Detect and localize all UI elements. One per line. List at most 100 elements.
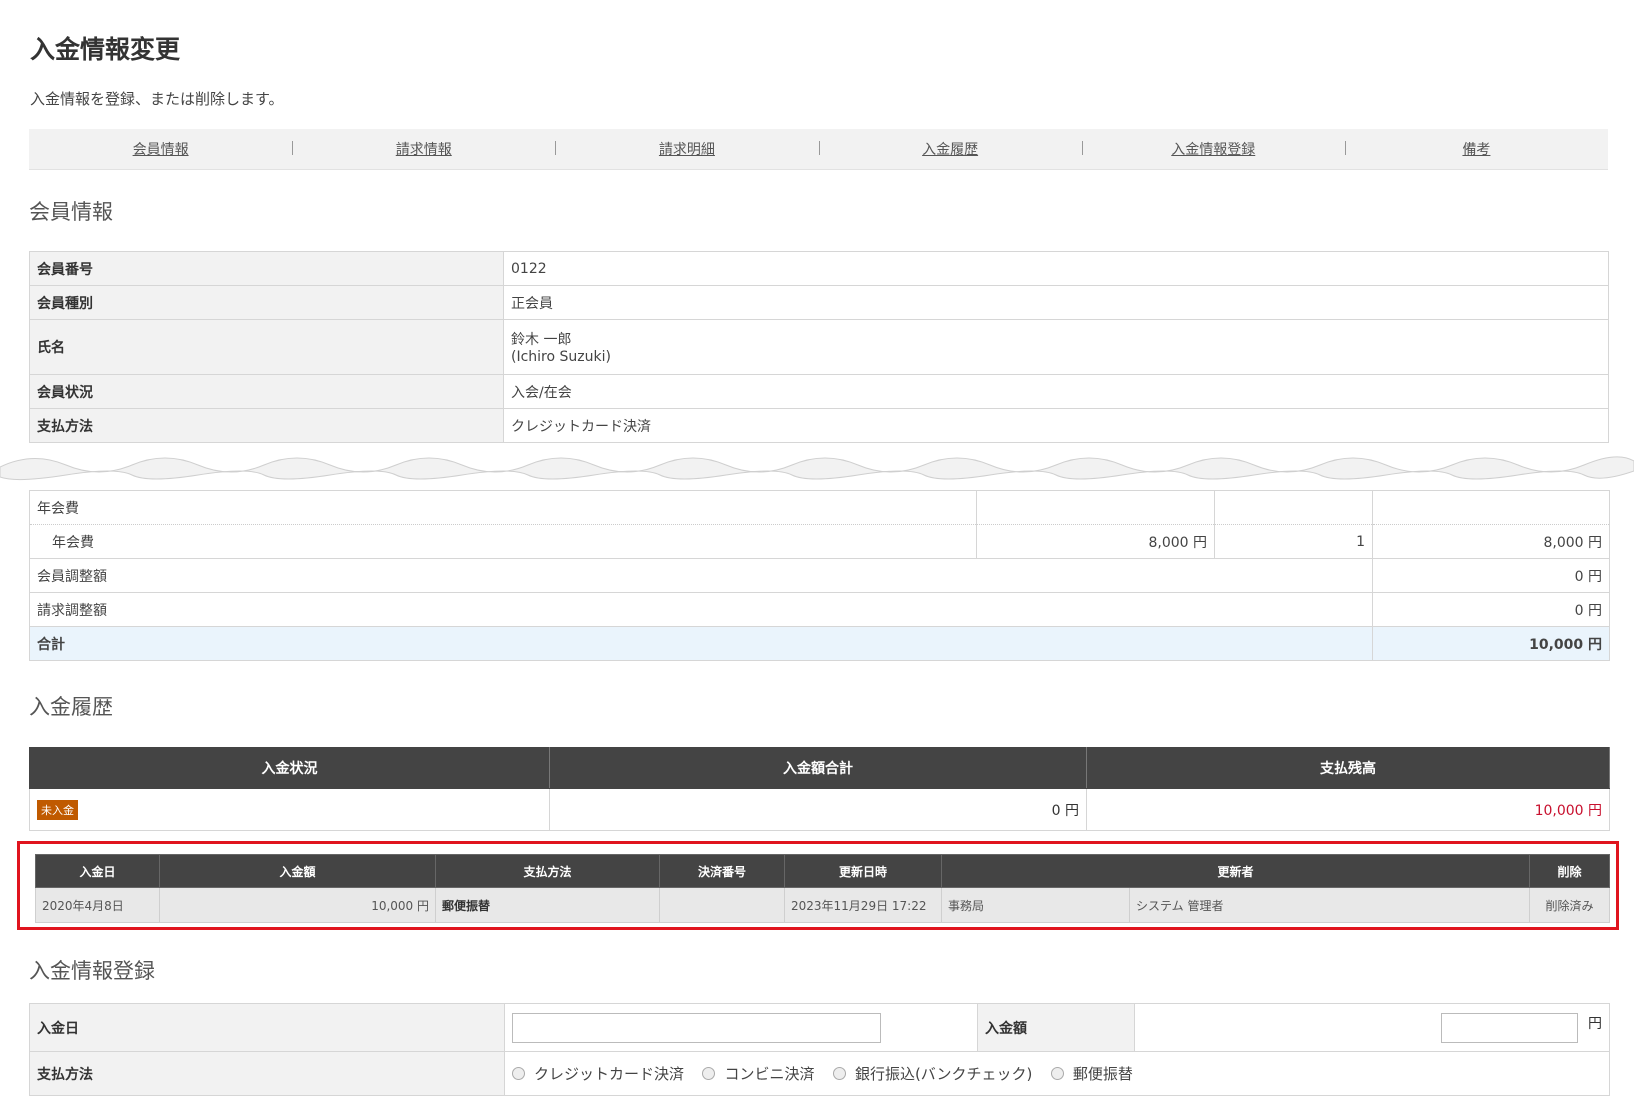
page-break-wave bbox=[0, 456, 1634, 481]
register-row-method: 支払方法 クレジットカード決済 コンビニ決済 銀行振込(バンクチェック) 郵便振… bbox=[29, 1051, 1610, 1096]
payment-status-cell: 未入金 bbox=[29, 788, 550, 831]
billing-adjust-row: 請求調整額 0 円 bbox=[29, 592, 1610, 627]
status-badge: 未入金 bbox=[37, 799, 78, 820]
radio-credit-card-dot[interactable] bbox=[512, 1067, 525, 1080]
section-nav: 会員情報 請求情報 請求明細 入金履歴 入金情報登録 備考 bbox=[29, 129, 1608, 170]
register-section-title: 入金情報登録 bbox=[29, 959, 155, 983]
fee-item-row: 年会費 8,000 円 1 8,000 円 bbox=[29, 524, 1610, 559]
radio-credit-card[interactable]: クレジットカード決済 bbox=[512, 1063, 684, 1084]
total-label: 合計 bbox=[29, 626, 1373, 661]
page-title: 入金情報変更 bbox=[30, 35, 181, 64]
history-updater-name: システム 管理者 bbox=[1128, 887, 1531, 923]
member-adjust-row: 会員調整額 0 円 bbox=[29, 558, 1610, 593]
radio-postal-transfer[interactable]: 郵便振替 bbox=[1050, 1063, 1133, 1084]
payment-summary-table: 入金状況 入金額合計 支払残高 未入金 0 円 10,000 円 bbox=[29, 747, 1610, 831]
tab-billing-details[interactable]: 請求明細 bbox=[555, 139, 818, 159]
payment-status-header: 入金状況 bbox=[29, 747, 550, 789]
history-updated-header: 更新日時 bbox=[784, 854, 942, 888]
fee-item-name: 年会費 bbox=[29, 524, 977, 559]
member-type-label: 会員種別 bbox=[29, 285, 504, 320]
history-amount: 10,000 円 bbox=[159, 887, 436, 923]
payment-balance-header: 支払残高 bbox=[1086, 747, 1610, 789]
history-delete-status: 削除済み bbox=[1529, 887, 1611, 923]
register-amount-cell: 円 bbox=[1134, 1003, 1610, 1052]
tab-notes[interactable]: 備考 bbox=[1344, 139, 1608, 159]
tab-billing-info[interactable]: 請求情報 bbox=[292, 139, 555, 159]
member-payment-method-label: 支払方法 bbox=[29, 408, 504, 443]
payment-balance-value: 10,000 円 bbox=[1086, 788, 1610, 831]
payment-total-value: 0 円 bbox=[549, 788, 1087, 831]
tab-payment-register[interactable]: 入金情報登録 bbox=[1081, 139, 1345, 159]
total-row: 合計 10,000 円 bbox=[29, 626, 1610, 661]
register-date-label: 入金日 bbox=[29, 1003, 505, 1052]
history-settlement-header: 決済番号 bbox=[659, 854, 785, 888]
billing-adjust-amount: 0 円 bbox=[1372, 592, 1610, 627]
radio-bank-transfer[interactable]: 銀行振込(バンクチェック) bbox=[832, 1063, 1033, 1084]
register-amount-label: 入金額 bbox=[977, 1003, 1135, 1052]
history-updater-header: 更新者 bbox=[940, 854, 1531, 888]
member-name-cell: 鈴木 一郎 (Ichiro Suzuki) bbox=[503, 319, 1609, 375]
radio-bank-transfer-label: 銀行振込(バンクチェック) bbox=[854, 1065, 1033, 1083]
history-method-header: 支払方法 bbox=[435, 854, 660, 888]
member-status-value: 入会/在会 bbox=[503, 374, 1609, 409]
fee-item-quantity: 1 bbox=[1214, 524, 1373, 559]
member-payment-method-value: クレジットカード決済 bbox=[503, 408, 1609, 443]
member-row-name: 氏名 鈴木 一郎 (Ichiro Suzuki) bbox=[29, 319, 1609, 375]
register-method-options: クレジットカード決済 コンビニ決済 銀行振込(バンクチェック) 郵便振替 bbox=[504, 1051, 1610, 1096]
member-row-status: 会員状況 入会/在会 bbox=[29, 374, 1609, 409]
register-method-label: 支払方法 bbox=[29, 1051, 505, 1096]
radio-postal-transfer-dot[interactable] bbox=[1050, 1067, 1064, 1080]
member-name-roman: (Ichiro Suzuki) bbox=[511, 349, 611, 365]
payment-section-title: 入金履歴 bbox=[29, 695, 113, 719]
tab-payment-history[interactable]: 入金履歴 bbox=[818, 139, 1082, 159]
radio-convenience-store[interactable]: コンビニ決済 bbox=[702, 1063, 814, 1084]
member-number-label: 会員番号 bbox=[29, 251, 504, 286]
member-adjust-amount: 0 円 bbox=[1372, 558, 1610, 593]
payment-summary-row: 未入金 0 円 10,000 円 bbox=[29, 788, 1610, 831]
radio-credit-card-label: クレジットカード決済 bbox=[534, 1065, 685, 1083]
amount-unit: 円 bbox=[1588, 1015, 1602, 1032]
fee-table: 年会費 年会費 8,000 円 1 8,000 円 会員調整額 0 円 請求調整… bbox=[29, 490, 1610, 661]
member-row-number: 会員番号 0122 bbox=[29, 251, 1609, 286]
history-amount-header: 入金額 bbox=[159, 854, 436, 888]
radio-convenience-store-label: コンビニ決済 bbox=[724, 1065, 815, 1083]
history-updater-dept: 事務局 bbox=[941, 887, 1130, 923]
fee-category-label: 年会費 bbox=[29, 490, 977, 525]
member-section-title: 会員情報 bbox=[29, 200, 113, 224]
payment-amount-input[interactable] bbox=[1440, 1012, 1578, 1043]
history-settlement-no bbox=[659, 887, 785, 923]
member-info-table: 会員番号 0122 会員種別 正会員 氏名 鈴木 一郎 (Ichiro Suzu… bbox=[29, 251, 1609, 443]
history-row: 2020年4月8日 10,000 円 郵便振替 2023年11月29日 17:2… bbox=[35, 887, 1611, 923]
history-updated-at: 2023年11月29日 17:22 bbox=[784, 887, 942, 923]
history-method: 郵便振替 bbox=[435, 887, 660, 923]
member-type-value: 正会員 bbox=[503, 285, 1609, 320]
history-date: 2020年4月8日 bbox=[35, 887, 160, 923]
tab-member-info[interactable]: 会員情報 bbox=[29, 139, 292, 159]
fee-item-amount: 8,000 円 bbox=[1372, 524, 1610, 559]
payment-summary-header: 入金状況 入金額合計 支払残高 bbox=[29, 747, 1610, 789]
member-number-value: 0122 bbox=[503, 251, 1609, 286]
history-date-header: 入金日 bbox=[35, 854, 160, 888]
history-header-row: 入金日 入金額 支払方法 決済番号 更新日時 更新者 削除 bbox=[35, 854, 1611, 888]
total-amount: 10,000 円 bbox=[1372, 626, 1610, 661]
billing-adjust-label: 請求調整額 bbox=[29, 592, 1373, 627]
member-status-label: 会員状況 bbox=[29, 374, 504, 409]
member-adjust-label: 会員調整額 bbox=[29, 558, 1373, 593]
member-name-value: 鈴木 一郎 bbox=[511, 332, 572, 348]
payment-total-header: 入金額合計 bbox=[549, 747, 1087, 789]
member-row-type: 会員種別 正会員 bbox=[29, 285, 1609, 320]
member-row-payment-method: 支払方法 クレジットカード決済 bbox=[29, 408, 1609, 443]
register-date-cell bbox=[504, 1003, 978, 1052]
radio-convenience-store-dot[interactable] bbox=[702, 1067, 716, 1080]
fee-item-unit-price: 8,000 円 bbox=[976, 524, 1215, 559]
member-name-label: 氏名 bbox=[29, 319, 504, 375]
page-description: 入金情報を登録、または削除します。 bbox=[30, 90, 284, 108]
register-row-date-amount: 入金日 入金額 円 bbox=[29, 1003, 1610, 1052]
fee-category-row: 年会費 bbox=[29, 490, 1610, 525]
payment-date-input[interactable] bbox=[512, 1012, 881, 1043]
radio-postal-transfer-label: 郵便振替 bbox=[1072, 1065, 1133, 1083]
radio-bank-transfer-dot[interactable] bbox=[832, 1067, 846, 1080]
payment-history-table: 入金日 入金額 支払方法 決済番号 更新日時 更新者 削除 2020年4月8日 … bbox=[35, 854, 1611, 923]
payment-register-form: 入金日 入金額 円 支払方法 クレジットカード決済 コンビニ決済 銀行振込(バン… bbox=[29, 1003, 1610, 1096]
history-delete-header: 削除 bbox=[1529, 854, 1611, 888]
